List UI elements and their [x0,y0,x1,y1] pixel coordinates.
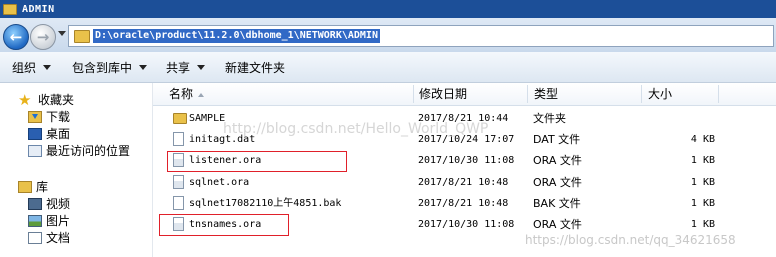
sidebar-item-label: 图片 [46,214,71,228]
column-header-label: 修改日期 [419,87,468,101]
file-size [653,108,715,129]
new-folder-button[interactable]: 新建文件夹 [225,56,285,78]
file-icon [173,132,184,146]
title-bar: ADMIN [0,0,776,18]
column-divider[interactable] [527,85,528,103]
recent-pages-dropdown[interactable] [58,31,66,36]
column-divider[interactable] [413,85,414,103]
file-date: 2017/10/24 17:07 [418,134,515,145]
window-title: ADMIN [22,3,55,15]
arrow-right-icon: → [36,28,50,46]
sidebar-item-recent-places[interactable]: 最近访问的位置 [28,142,130,159]
organize-label: 组织 [12,60,37,75]
file-size: 4 KB [690,134,715,145]
file-type: BAK 文件 [533,197,581,210]
file-size: 1 KB [690,155,715,166]
column-header-label: 名称 [169,87,194,101]
file-icon [173,196,184,210]
new-folder-label: 新建文件夹 [225,60,286,75]
chevron-down-icon [43,64,52,70]
chevron-down-icon [197,64,206,70]
file-name: SAMPLE [189,113,226,124]
downloads-icon [28,110,42,123]
column-header-label: 类型 [534,87,559,101]
file-date: 2017/8/21 10:48 [418,177,509,188]
folder-icon [74,30,90,43]
sidebar-item-label: 最近访问的位置 [46,144,131,158]
sidebar-item-label: 下载 [46,110,71,124]
file-size: 1 KB [690,198,715,209]
file-size: 1 KB [690,177,715,188]
forward-button[interactable]: → [30,24,56,50]
column-header-type[interactable]: 类型 [534,83,558,105]
navigation-pane: ★ 收藏夹 下载 桌面 最近访问的位置 库 视频 图片 文档 [0,83,152,257]
arrow-left-icon: ← [9,28,23,46]
sidebar-item-label: 文档 [46,231,71,245]
file-date: 2017/10/30 11:08 [418,219,515,230]
file-list: 名称 修改日期 类型 大小 SAMPLE 2017/8/21 10:44 文件夹… [153,83,776,257]
file-icon [173,175,184,189]
sidebar-item-label: 库 [36,180,49,194]
watermark-text: https://blog.csdn.net/qq_34621658 [525,233,736,247]
sort-ascending-icon [198,92,205,97]
folder-icon [3,3,17,15]
column-header-row: 名称 修改日期 类型 大小 [153,83,776,106]
column-header-label: 大小 [648,87,673,101]
file-date: 2017/10/30 11:08 [418,155,515,166]
file-size: 1 KB [690,219,715,230]
recent-places-icon [28,144,42,157]
desktop-icon [28,127,42,140]
file-row[interactable]: sqlnet17082110上午4851.bak 2017/8/21 10:48… [153,193,776,214]
column-header-size[interactable]: 大小 [648,83,672,105]
folder-icon [173,113,187,124]
library-icon [18,180,32,193]
sidebar-item-downloads[interactable]: 下载 [28,108,70,125]
file-name: sqlnet.ora [189,177,250,188]
file-date: 2017/8/21 10:48 [418,198,509,209]
pictures-icon [28,214,42,227]
command-toolbar: 组织 包含到库中 共享 新建文件夹 [0,52,776,83]
include-in-library-label: 包含到库中 [72,60,133,75]
documents-icon [28,231,42,244]
file-type: ORA 文件 [533,176,582,189]
file-row[interactable]: SAMPLE 2017/8/21 10:44 文件夹 [153,108,776,129]
videos-icon [28,197,42,210]
sidebar-item-documents[interactable]: 文档 [28,229,70,246]
file-type: DAT 文件 [533,133,581,146]
column-header-date[interactable]: 修改日期 [419,83,467,105]
sidebar-item-label: 视频 [46,197,71,211]
file-name: sqlnet17082110上午4851.bak [189,198,342,209]
file-type: ORA 文件 [533,154,582,167]
file-row[interactable]: sqlnet.ora 2017/8/21 10:48 ORA 文件 1 KB [153,172,776,193]
column-header-name[interactable]: 名称 [169,83,205,105]
include-in-library-button[interactable]: 包含到库中 [72,56,148,78]
chevron-down-icon [139,64,148,70]
star-icon: ★ [18,90,32,109]
column-divider[interactable] [641,85,642,103]
sidebar-item-label: 桌面 [46,127,71,141]
navigation-bar: ← → D:\oracle\product\11.2.0\dbhome_1\NE… [0,18,776,52]
sidebar-item-videos[interactable]: 视频 [28,195,70,212]
address-field[interactable]: D:\oracle\product\11.2.0\dbhome_1\NETWOR… [68,25,774,47]
sidebar-item-favorites[interactable]: ★ 收藏夹 [18,91,74,108]
file-date: 2017/8/21 10:44 [418,113,509,124]
file-name: initagt.dat [189,134,256,145]
highlight-box [167,151,347,172]
sidebar-item-libraries[interactable]: 库 [18,178,48,195]
highlight-box [159,214,289,236]
file-type: ORA 文件 [533,218,582,231]
file-type: 文件夹 [533,112,566,125]
sidebar-item-pictures[interactable]: 图片 [28,212,70,229]
organize-button[interactable]: 组织 [12,56,52,78]
address-path[interactable]: D:\oracle\product\11.2.0\dbhome_1\NETWOR… [93,29,380,43]
share-button[interactable]: 共享 [166,56,206,78]
share-label: 共享 [166,60,191,75]
back-button[interactable]: ← [3,24,29,50]
sidebar-item-desktop[interactable]: 桌面 [28,125,70,142]
file-row[interactable]: initagt.dat 2017/10/24 17:07 DAT 文件 4 KB [153,129,776,150]
column-divider[interactable] [718,85,719,103]
sidebar-item-label: 收藏夹 [38,93,75,107]
